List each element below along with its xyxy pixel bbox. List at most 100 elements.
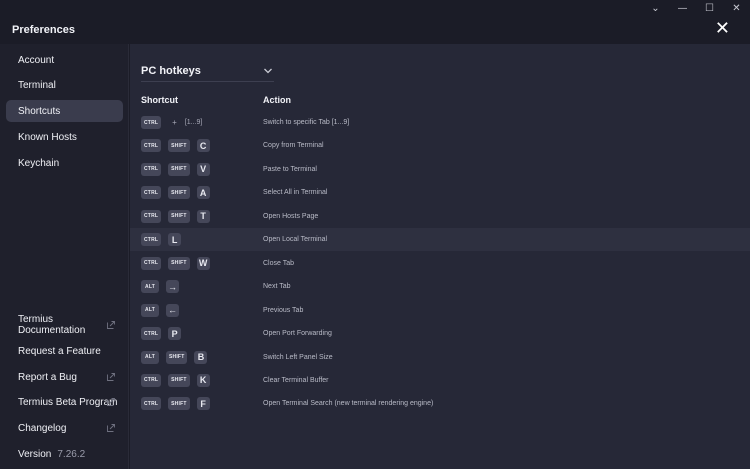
key-cap: CTRL bbox=[141, 139, 162, 153]
plus-sign: + bbox=[172, 118, 177, 127]
sidebar-link-label: Changelog bbox=[18, 422, 67, 434]
shortcut-row: CTRL P Open Port Forwarding bbox=[130, 322, 750, 345]
sidebar-item-label: Keychain bbox=[18, 157, 60, 169]
shortcut-action: Switch to specific Tab [1...9] bbox=[263, 119, 350, 126]
shortcut-action: Open Hosts Page bbox=[263, 212, 319, 220]
key-cap: ALT bbox=[141, 303, 159, 317]
version-label: Version bbox=[18, 449, 52, 460]
key-cap: → bbox=[166, 280, 179, 294]
version-value: 7.26.2 bbox=[57, 449, 86, 460]
shortcut-action: Paste to Terminal bbox=[263, 165, 317, 173]
key-cap: ALT bbox=[141, 350, 159, 364]
shortcut-keys: ALT ← bbox=[141, 299, 186, 322]
shortcut-row: CTRL + [1...9] Switch to specific Tab [1...… bbox=[130, 111, 750, 134]
column-header-action: Action bbox=[263, 95, 291, 105]
key-cap: SHIFT bbox=[168, 256, 190, 270]
shortcut-action: Select All in Terminal bbox=[263, 189, 328, 197]
close-icon[interactable]: ✕ bbox=[715, 20, 730, 38]
key-cap: W bbox=[196, 256, 210, 270]
sidebar-item-shortcuts[interactable]: Shortcuts bbox=[6, 100, 123, 122]
shortcut-row: CTRL SHIFT A Select All in Terminal bbox=[130, 181, 750, 204]
shortcut-row: ALT → Next Tab bbox=[130, 275, 750, 298]
key-cap: SHIFT bbox=[168, 397, 190, 411]
sidebar-link-beta-program[interactable]: Termius Beta Program bbox=[6, 391, 123, 413]
column-header-shortcut: Shortcut bbox=[141, 95, 178, 105]
key-cap: B bbox=[194, 350, 208, 364]
shortcut-action: Copy from Terminal bbox=[263, 142, 324, 150]
shortcut-action: Open Port Forwarding bbox=[263, 330, 332, 338]
sidebar-link-label: Termius Beta Program bbox=[18, 396, 118, 408]
sidebar-link-documentation[interactable]: Termius Documentation bbox=[6, 314, 123, 336]
key-cap: CTRL bbox=[141, 162, 162, 176]
sidebar-item-known-hosts[interactable]: Known Hosts bbox=[6, 126, 123, 148]
window-controls: ⌄ — ☐ ✕ bbox=[642, 0, 750, 16]
key-cap: CTRL bbox=[141, 116, 162, 129]
chevron-down-icon[interactable] bbox=[262, 66, 274, 76]
sidebar-item-keychain[interactable]: Keychain bbox=[6, 152, 123, 174]
title-bar: ⌄ — ☐ ✕ Preferences ✕ bbox=[0, 0, 750, 44]
shortcut-row: CTRL SHIFT K Clear Terminal Buffer bbox=[130, 369, 750, 392]
shortcut-action: Previous Tab bbox=[263, 306, 304, 314]
shortcut-row: CTRL SHIFT C Copy from Terminal bbox=[130, 134, 750, 157]
sidebar-item-terminal[interactable]: Terminal bbox=[6, 74, 123, 96]
shortcut-action: Switch Left Panel Size bbox=[263, 353, 333, 361]
shortcut-keys: CTRL SHIFT C bbox=[141, 134, 217, 157]
window-close-icon[interactable]: ✕ bbox=[723, 0, 750, 16]
key-cap: T bbox=[196, 209, 210, 223]
shortcut-keys: CTRL L bbox=[141, 228, 188, 251]
sidebar-link-changelog[interactable]: Changelog bbox=[6, 417, 123, 439]
key-cap: K bbox=[196, 373, 210, 387]
shortcut-keys: CTRL SHIFT T bbox=[141, 205, 217, 228]
version-info: Version 7.26.2 bbox=[18, 449, 85, 460]
shortcut-row: CTRL SHIFT W Close Tab bbox=[130, 252, 750, 275]
external-link-icon bbox=[107, 424, 115, 432]
shortcut-row: CTRL SHIFT T Open Hosts Page bbox=[130, 205, 750, 228]
key-cap: CTRL bbox=[141, 397, 162, 411]
key-cap: SHIFT bbox=[168, 209, 190, 223]
maximize-icon[interactable]: ☐ bbox=[696, 0, 723, 16]
page-title: Preferences bbox=[12, 24, 75, 36]
sidebar-link-report-bug[interactable]: Report a Bug bbox=[6, 366, 123, 388]
hotkey-preset-select[interactable]: PC hotkeys bbox=[141, 62, 274, 82]
key-cap: P bbox=[168, 327, 182, 341]
shortcut-action: Open Local Terminal bbox=[263, 236, 328, 244]
sidebar-item-label: Terminal bbox=[18, 79, 56, 91]
minimize-icon[interactable]: — bbox=[669, 0, 696, 16]
key-cap: CTRL bbox=[141, 327, 162, 341]
key-cap: ← bbox=[166, 303, 179, 317]
key-cap: A bbox=[196, 186, 210, 200]
key-range: [1...9] bbox=[184, 119, 203, 126]
sidebar-item-label: Account bbox=[18, 54, 55, 66]
key-cap: SHIFT bbox=[168, 162, 190, 176]
shortcut-action: Clear Terminal Buffer bbox=[263, 376, 329, 384]
sidebar: Account Terminal Shortcuts Known Hosts K… bbox=[0, 44, 129, 469]
shortcut-keys: CTRL SHIFT V bbox=[141, 158, 217, 181]
shortcut-row: ALT SHIFT B Switch Left Panel Size bbox=[130, 346, 750, 369]
shortcut-row: ALT ← Previous Tab bbox=[130, 299, 750, 322]
key-cap: F bbox=[196, 397, 210, 411]
sidebar-item-label: Shortcuts bbox=[18, 105, 61, 117]
shortcuts-panel: PC hotkeys Shortcut Action CTRL + [1...9] S… bbox=[130, 44, 750, 469]
key-cap: ALT bbox=[141, 280, 159, 294]
key-cap: CTRL bbox=[141, 186, 162, 200]
shortcut-row: CTRL L Open Local Terminal bbox=[130, 228, 750, 252]
external-link-icon bbox=[107, 373, 115, 381]
shortcut-keys: CTRL SHIFT A bbox=[141, 181, 217, 204]
sidebar-link-request-feature[interactable]: Request a Feature bbox=[6, 340, 123, 362]
key-cap: SHIFT bbox=[168, 373, 190, 387]
shortcut-keys: CTRL SHIFT W bbox=[141, 252, 217, 275]
shortcut-row: CTRL SHIFT V Paste to Terminal bbox=[130, 158, 750, 181]
shortcut-keys: CTRL P bbox=[141, 322, 188, 345]
sidebar-item-account[interactable]: Account bbox=[6, 49, 123, 71]
sidebar-item-label: Known Hosts bbox=[18, 131, 77, 143]
key-cap: CTRL bbox=[141, 233, 162, 247]
key-cap: CTRL bbox=[141, 256, 162, 270]
shortcut-action: Next Tab bbox=[263, 283, 291, 291]
key-cap: CTRL bbox=[141, 209, 162, 223]
chevron-down-icon[interactable]: ⌄ bbox=[642, 0, 669, 16]
key-cap: C bbox=[196, 139, 210, 153]
external-link-icon bbox=[107, 398, 115, 406]
shortcut-keys: ALT SHIFT B bbox=[141, 346, 214, 369]
external-link-icon bbox=[107, 321, 115, 329]
shortcut-keys: CTRL SHIFT K bbox=[141, 369, 217, 392]
